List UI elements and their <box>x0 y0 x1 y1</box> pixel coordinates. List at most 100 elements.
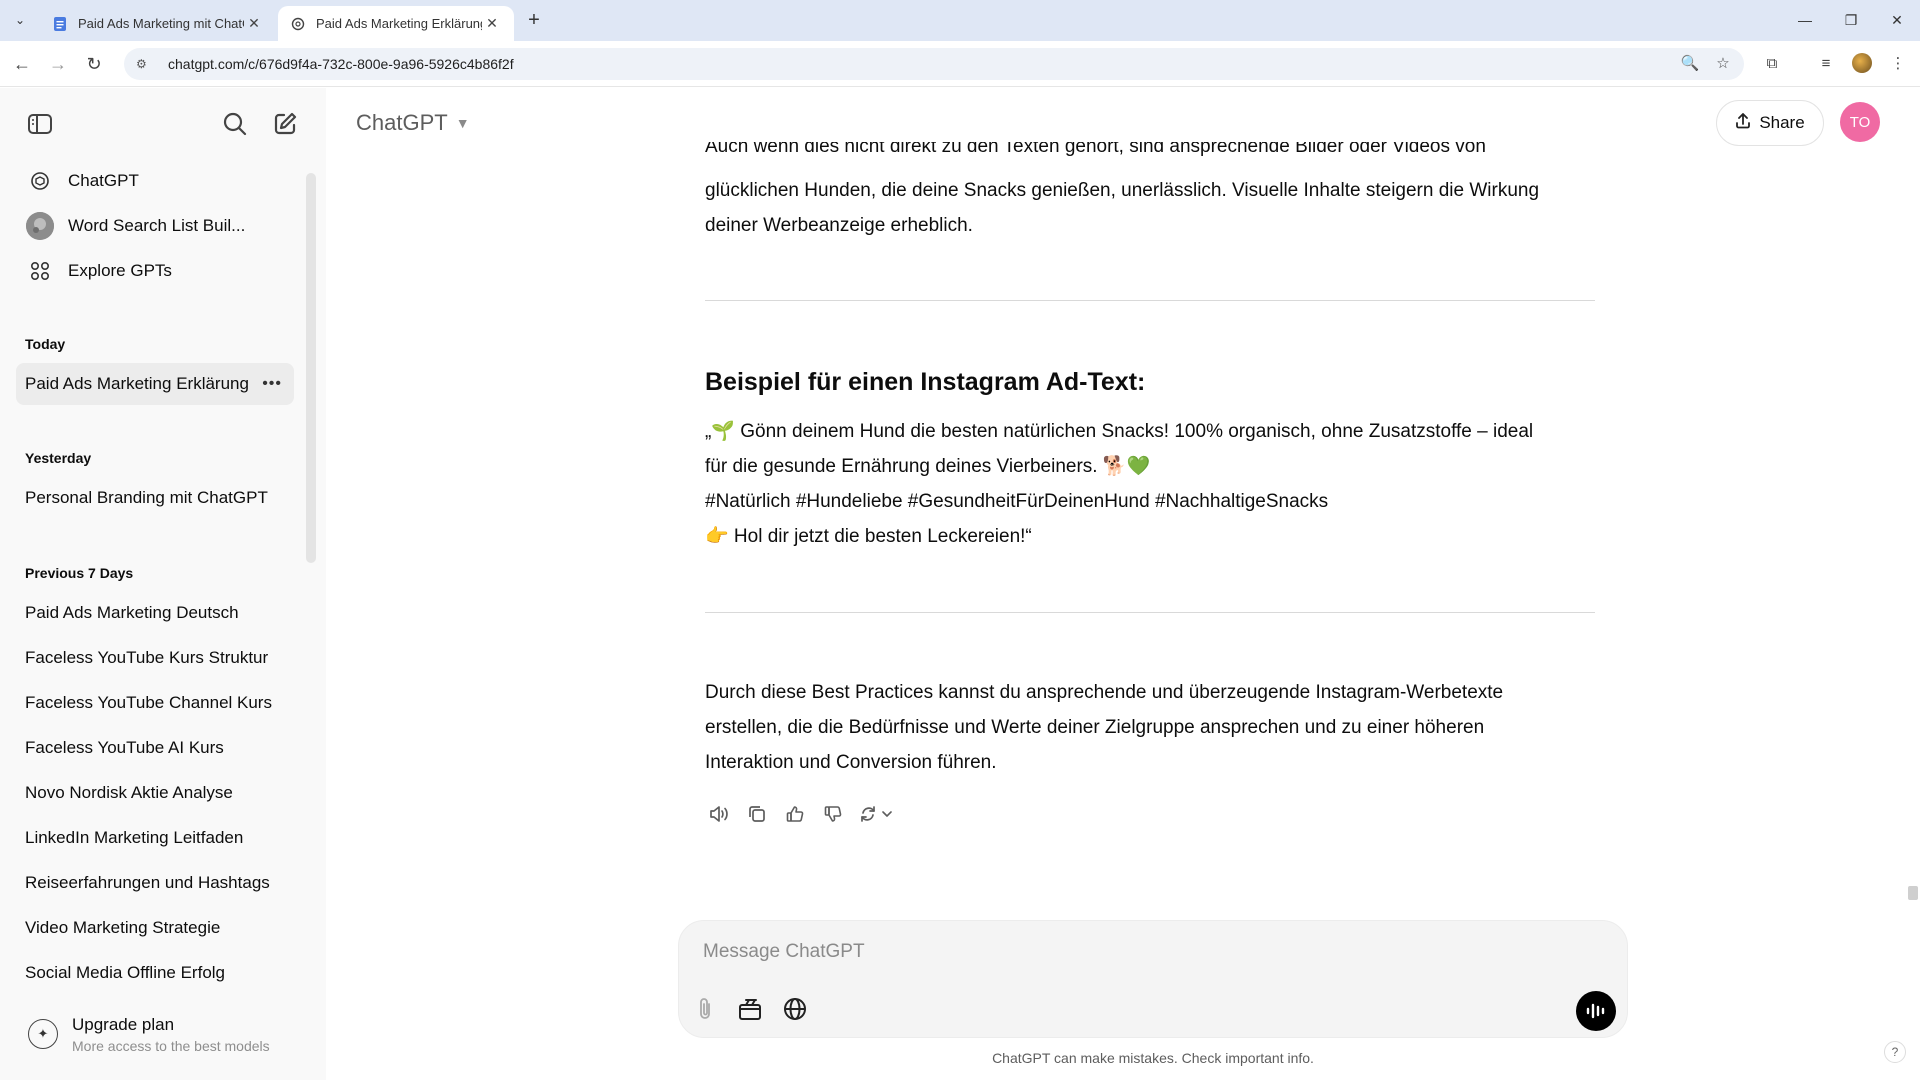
user-avatar[interactable]: TO <box>1840 102 1880 142</box>
site-info-icon[interactable]: ⚙ <box>136 57 156 71</box>
chat-item-label: Paid Ads Marketing Deutsch <box>25 603 239 622</box>
upgrade-title: Upgrade plan <box>72 1014 175 1034</box>
chat-item-label: Personal Branding mit ChatGPT <box>25 488 268 507</box>
chat-item-label: LinkedIn Marketing Leitfaden <box>25 828 244 847</box>
globe-icon[interactable] <box>779 993 811 1025</box>
closing-paragraph-line: Interaktion und Conversion führen. <box>705 752 997 773</box>
main-scrollbar[interactable] <box>1908 886 1918 900</box>
browser-profile-avatar[interactable] <box>1852 53 1872 73</box>
chat-item-label: Novo Nordisk Aktie Analyse <box>25 783 233 802</box>
message-paragraph-line: glücklichen Hunden, die deine Snacks gen… <box>705 180 1540 201</box>
main-panel: ChatGPT ▼ Share TO Auch wenn dies nicht … <box>326 88 1920 1080</box>
chat-item[interactable]: Reiseerfahrungen und Hashtags <box>16 862 294 904</box>
ad-text-line: „🌱 Gönn deinem Hund die besten natürlich… <box>705 421 1534 442</box>
chat-item[interactable]: Video Marketing Strategie <box>16 907 294 949</box>
chat-item-active[interactable]: Paid Ads Marketing Erklärung ••• <box>16 363 294 405</box>
section-title-previous-7-days: Previous 7 Days <box>25 565 134 581</box>
gpt-avatar-icon <box>26 212 54 240</box>
minimize-icon[interactable]: — <box>1782 8 1828 32</box>
browser-tab-2[interactable]: Paid Ads Marketing Erklärung ✕ <box>278 6 514 41</box>
share-icon <box>1735 112 1751 134</box>
bookmark-star-icon[interactable]: ☆ <box>1711 52 1735 76</box>
zoom-icon[interactable]: 🔍 <box>1678 52 1702 76</box>
sidebar-nav-label: Explore GPTs <box>68 261 172 280</box>
openai-logo-icon <box>26 167 54 195</box>
closing-paragraph-line: Durch diese Best Practices kannst du ans… <box>705 682 1504 703</box>
model-name: ChatGPT <box>356 110 448 135</box>
toggle-sidebar-icon[interactable] <box>24 108 56 140</box>
forward-icon[interactable]: → <box>46 52 70 76</box>
chat-item[interactable]: LinkedIn Marketing Leitfaden <box>16 817 294 859</box>
browser-tab-1[interactable]: Paid Ads Marketing mit ChatGPT ✕ <box>40 6 276 41</box>
browser-tab-title: Paid Ads Marketing Erklärung <box>316 16 482 31</box>
chat-item[interactable]: Novo Nordisk Aktie Analyse <box>16 772 294 814</box>
sidebar-nav-chatgpt[interactable]: ChatGPT <box>16 160 294 202</box>
attach-icon[interactable] <box>689 993 721 1025</box>
thumbs-down-icon[interactable] <box>819 800 847 828</box>
new-chat-icon[interactable] <box>269 108 301 140</box>
voice-mode-button[interactable] <box>1576 991 1616 1031</box>
ad-text-line: 👉 Hol dir jetzt die besten Leckereien!“ <box>705 526 1032 547</box>
message-actions <box>705 800 911 828</box>
tab-search-icon[interactable]: ⌄ <box>8 8 32 32</box>
chat-item[interactable]: Faceless YouTube Channel Kurs <box>16 682 294 724</box>
browser-tab-title: Paid Ads Marketing mit ChatGPT <box>78 16 244 31</box>
chat-item-label: Paid Ads Marketing Erklärung <box>25 374 249 393</box>
openai-favicon-icon <box>290 16 306 32</box>
message-paragraph-line: deiner Werbeanzeige erheblich. <box>705 215 973 236</box>
upgrade-plan-button[interactable]: ✦ Upgrade plan More access to the best m… <box>16 1004 310 1064</box>
sidebar-nav-label: ChatGPT <box>68 171 139 190</box>
media-control-icon[interactable]: ≡ <box>1814 52 1838 76</box>
grid-icon <box>26 257 54 285</box>
chat-item[interactable]: Personal Branding mit ChatGPT <box>16 477 294 519</box>
sidebar-nav-label: Word Search List Buil... <box>68 216 246 235</box>
closing-paragraph-line: erstellen, die die Bedürfnisse und Werte… <box>705 717 1485 738</box>
tools-icon[interactable] <box>734 993 766 1025</box>
close-tab-icon[interactable]: ✕ <box>244 15 264 32</box>
chat-item[interactable]: Faceless YouTube AI Kurs <box>16 727 294 769</box>
sidebar-nav-word-search[interactable]: Word Search List Buil... <box>16 205 294 247</box>
close-window-icon[interactable]: ✕ <box>1874 8 1920 32</box>
sidebar-scrollbar[interactable] <box>306 173 316 563</box>
message-input[interactable]: Message ChatGPT <box>703 941 865 963</box>
browser-tab-bar: ⌄ Paid Ads Marketing mit ChatGPT ✕ Paid … <box>0 0 1920 41</box>
message-composer[interactable]: Message ChatGPT <box>678 920 1628 1038</box>
share-label: Share <box>1759 113 1805 132</box>
chevron-down-icon: ▼ <box>455 115 470 131</box>
document-favicon-icon <box>52 16 68 32</box>
chat-item-label: Faceless YouTube AI Kurs <box>25 738 224 757</box>
ad-text-line: #Natürlich #Hundeliebe #GesundheitFürDei… <box>705 491 1329 512</box>
new-tab-icon[interactable]: + <box>522 9 546 33</box>
chat-item-label: Faceless YouTube Kurs Struktur <box>25 648 269 667</box>
message-heading: Beispiel für einen Instagram Ad-Text: <box>705 368 1146 396</box>
upgrade-icon: ✦ <box>28 1019 58 1049</box>
extensions-icon[interactable]: ⧉ <box>1760 52 1784 76</box>
thumbs-up-icon[interactable] <box>781 800 809 828</box>
help-icon[interactable]: ? <box>1884 1041 1906 1063</box>
disclaimer-text: ChatGPT can make mistakes. Check importa… <box>992 1050 1314 1066</box>
back-icon[interactable]: ← <box>10 52 34 76</box>
sidebar-nav-explore-gpts[interactable]: Explore GPTs <box>16 250 294 292</box>
url-text: chatgpt.com/c/676d9f4a-732c-800e-9a96-59… <box>168 56 514 72</box>
reload-icon[interactable]: ↻ <box>82 52 106 76</box>
close-tab-icon[interactable]: ✕ <box>482 15 502 32</box>
model-selector[interactable]: ChatGPT ▼ <box>356 110 470 136</box>
more-options-icon[interactable]: ••• <box>262 375 282 393</box>
address-bar: ← → ↻ ⚙ chatgpt.com/c/676d9f4a-732c-800e… <box>0 41 1920 87</box>
restore-icon[interactable]: ❐ <box>1828 8 1874 32</box>
chat-item[interactable]: Paid Ads Marketing Deutsch <box>16 592 294 634</box>
message-cut-line: Auch wenn dies nicht direkt zu den Texte… <box>705 142 1486 157</box>
share-button[interactable]: Share <box>1716 100 1824 146</box>
chat-item[interactable]: Faceless YouTube Kurs Struktur <box>16 637 294 679</box>
browser-menu-icon[interactable]: ⋮ <box>1886 52 1910 76</box>
voice-waveform-icon <box>1586 1003 1605 1019</box>
copy-icon[interactable] <box>743 800 771 828</box>
url-input[interactable]: ⚙ chatgpt.com/c/676d9f4a-732c-800e-9a96-… <box>124 48 1744 80</box>
regenerate-icon[interactable] <box>857 800 901 828</box>
chat-item[interactable]: Social Media Offline Erfolg <box>16 952 294 994</box>
search-icon[interactable] <box>219 108 251 140</box>
chat-item-label: Video Marketing Strategie <box>25 918 221 937</box>
chat-item-label: Reiseerfahrungen und Hashtags <box>25 873 270 892</box>
chat-item-label: Social Media Offline Erfolg <box>25 963 226 982</box>
read-aloud-icon[interactable] <box>705 800 733 828</box>
